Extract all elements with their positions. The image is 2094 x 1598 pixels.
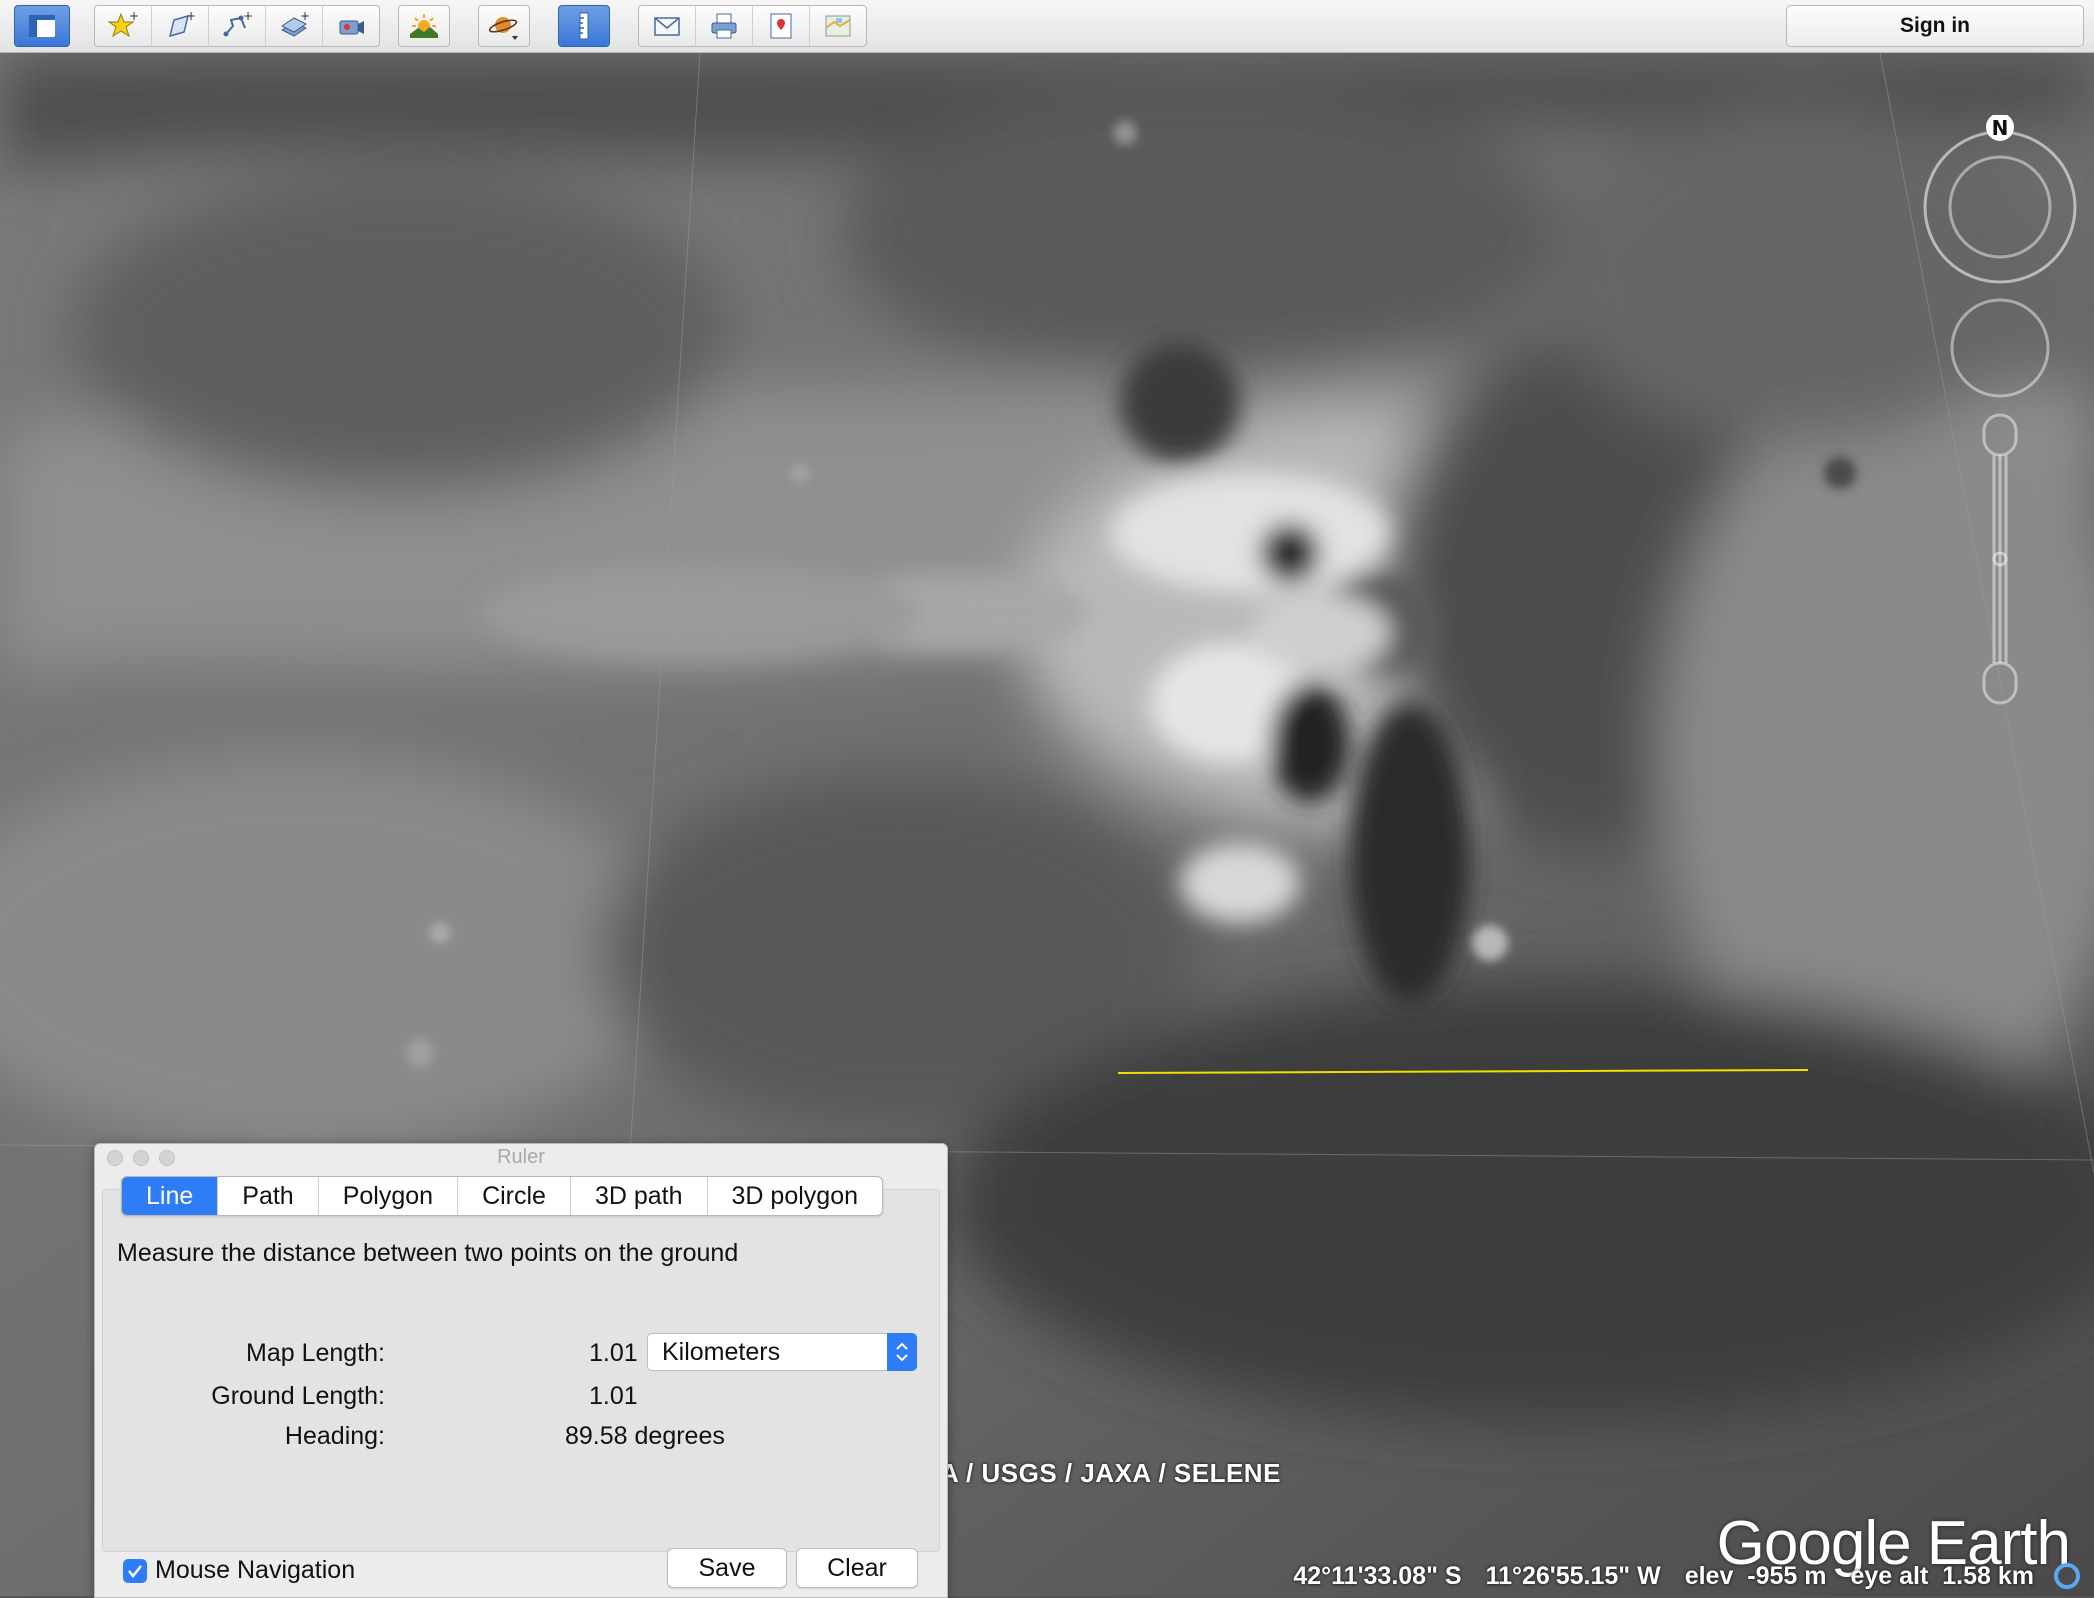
email-button[interactable]	[639, 6, 696, 46]
print-button[interactable]	[696, 6, 753, 46]
add-image-overlay-button[interactable]: +	[266, 6, 323, 46]
sign-in-button[interactable]: Sign in	[1786, 5, 2084, 47]
add-path-button[interactable]: +	[209, 6, 266, 46]
svg-text:+: +	[300, 10, 310, 23]
navigation-controls: N	[1920, 113, 2080, 715]
ruler-tabs: Line Path Polygon Circle 3D path 3D poly…	[121, 1176, 884, 1216]
tab-circle[interactable]: Circle	[458, 1177, 571, 1215]
sunlight-button[interactable]	[398, 5, 450, 47]
email-icon	[654, 17, 680, 36]
zoom-window-button[interactable]	[159, 1150, 175, 1166]
longitude-readout: 11°26'55.15" W	[1485, 1561, 1661, 1590]
svg-text:+: +	[129, 10, 139, 23]
add-placemark-icon: +	[107, 10, 139, 38]
eye-altitude-label: eye alt	[1850, 1561, 1929, 1590]
unit-select-value: Kilometers	[662, 1338, 781, 1366]
move-joystick[interactable]	[1950, 298, 2050, 398]
view-in-maps-icon	[825, 15, 851, 37]
ground-length-value: 1.01	[589, 1382, 638, 1410]
unit-select[interactable]: Kilometers	[647, 1333, 917, 1371]
print-icon	[711, 13, 737, 39]
eye-altitude-value: 1.58 km	[1942, 1561, 2034, 1590]
planets-button[interactable]	[478, 5, 530, 47]
toolbar: + + + + Sign in	[0, 0, 2094, 53]
sidebar-icon	[29, 15, 55, 37]
ruler-description: Measure the distance between two points …	[117, 1239, 739, 1267]
look-compass[interactable]	[1923, 130, 2077, 284]
add-polygon-button[interactable]: +	[152, 6, 209, 46]
tab-3d-polygon[interactable]: 3D polygon	[708, 1177, 882, 1215]
select-arrows-icon	[887, 1333, 917, 1371]
clear-button[interactable]: Clear	[796, 1548, 918, 1588]
map-length-value: 1.01	[589, 1339, 638, 1367]
add-tools-group: + + + +	[94, 5, 380, 47]
ruler-title-bar[interactable]: Ruler	[95, 1144, 947, 1170]
elevation-label: elev	[1684, 1561, 1734, 1590]
sidebar-toggle-button[interactable]	[14, 5, 70, 47]
ruler-icon	[579, 12, 589, 40]
elevation-value: -955 m	[1747, 1561, 1827, 1590]
mouse-navigation-label: Mouse Navigation	[155, 1556, 356, 1584]
mouse-navigation-checkbox[interactable]: Mouse Navigation	[123, 1556, 355, 1585]
close-window-button[interactable]	[107, 1150, 123, 1166]
svg-text:+: +	[186, 10, 196, 23]
tab-line[interactable]: Line	[122, 1177, 219, 1215]
add-path-icon: +	[223, 10, 253, 37]
add-image-overlay-icon: +	[281, 10, 310, 37]
svg-text:+: +	[243, 10, 253, 23]
ruler-title: Ruler	[497, 1146, 545, 1168]
add-polygon-icon: +	[168, 10, 196, 38]
zoom-slider[interactable]	[1982, 413, 2018, 705]
ruler-button[interactable]	[558, 5, 610, 47]
latitude-readout: 42°11'33.08" S	[1293, 1561, 1462, 1590]
checkmark-icon	[123, 1558, 147, 1583]
minimize-window-button[interactable]	[133, 1150, 149, 1166]
status-bar: 42°11'33.08" S 11°26'55.15" W elev -955 …	[1194, 1556, 2094, 1596]
tab-3d-path[interactable]: 3D path	[571, 1177, 708, 1215]
share-tools-group	[638, 5, 867, 47]
record-tour-icon	[339, 20, 364, 35]
heading-label: Heading:	[284, 1422, 385, 1450]
record-tour-button[interactable]	[323, 6, 379, 46]
tab-path[interactable]: Path	[218, 1177, 319, 1215]
planets-icon	[488, 17, 518, 40]
sunlight-icon	[410, 14, 438, 38]
north-label: N	[1992, 116, 2009, 140]
ground-length-label: Ground Length:	[211, 1382, 385, 1410]
tab-polygon[interactable]: Polygon	[319, 1177, 459, 1215]
add-placemark-button[interactable]: +	[95, 6, 152, 46]
ruler-dialog: Ruler Line Path Polygon Circle 3D path 3…	[94, 1143, 948, 1598]
save-image-icon	[770, 13, 792, 39]
heading-value: 89.58 degrees	[565, 1422, 725, 1450]
save-button[interactable]: Save	[667, 1548, 787, 1588]
streaming-progress-icon	[2054, 1563, 2080, 1589]
map-length-label: Map Length:	[246, 1339, 385, 1367]
save-image-button[interactable]	[753, 6, 810, 46]
view-in-maps-button[interactable]	[810, 6, 866, 46]
imagery-credits: A / USGS / JAXA / SELENE	[940, 1458, 1281, 1488]
